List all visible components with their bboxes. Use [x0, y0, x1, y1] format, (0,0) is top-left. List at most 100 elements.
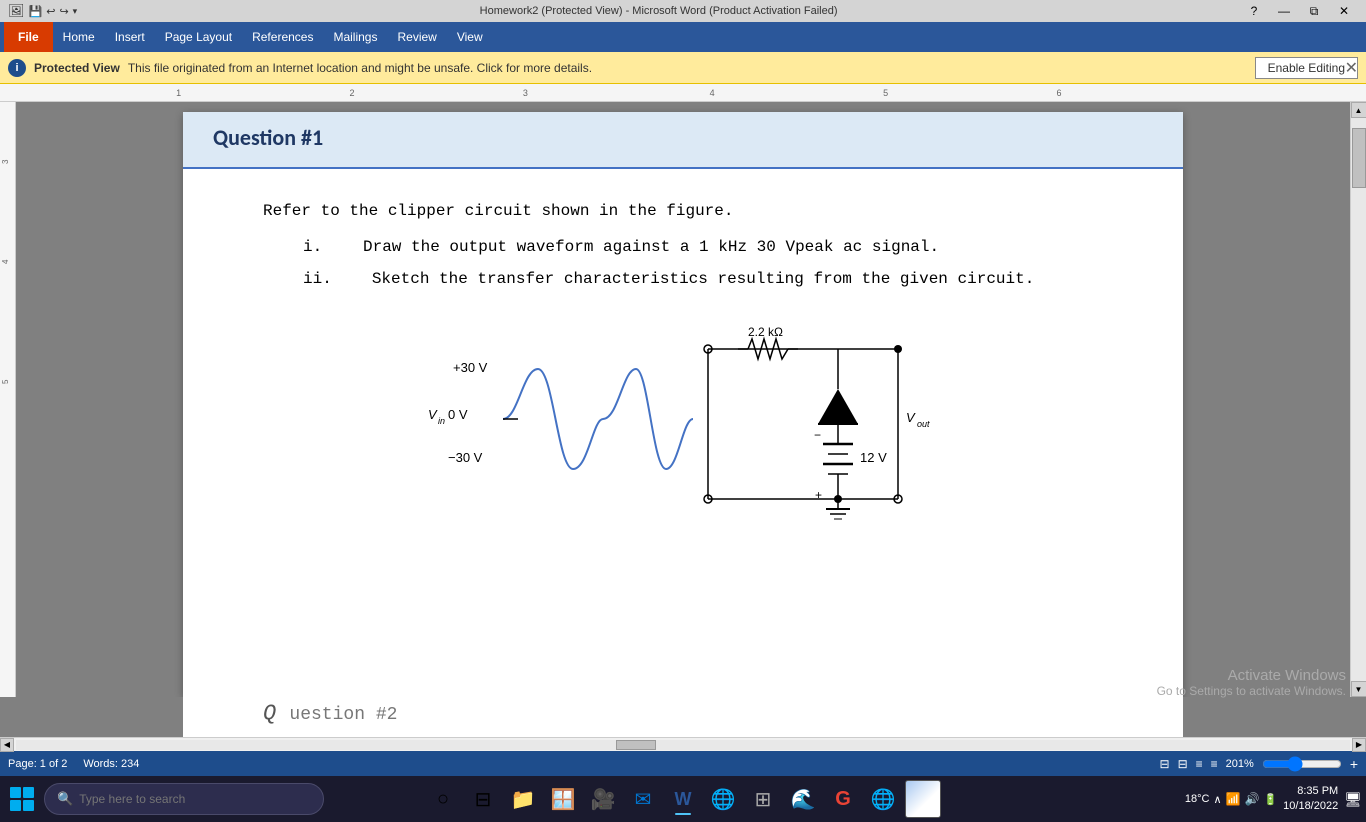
scroll-down-button[interactable]: ▼ — [1351, 681, 1366, 697]
taskbar-left: 🔍 — [4, 781, 324, 817]
scroll-left-button[interactable]: ◀ — [0, 738, 14, 752]
menu-references[interactable]: References — [242, 22, 323, 52]
taskbar-google[interactable]: G — [825, 781, 861, 817]
info-icon: i — [8, 59, 26, 77]
notification-button[interactable]: 🖥 — [1344, 791, 1362, 808]
ribbon: File Home Insert Page Layout References … — [0, 22, 1366, 52]
network-icon[interactable]: 📶 — [1226, 792, 1241, 806]
menu-review[interactable]: Review — [387, 22, 446, 52]
menu-view[interactable]: View — [447, 22, 493, 52]
vertical-scrollbar[interactable]: ▲ ▼ — [1350, 102, 1366, 697]
svg-text:4: 4 — [710, 88, 715, 98]
taskbar-calculator[interactable]: ⊞ — [745, 781, 781, 817]
vin-label: V — [428, 407, 438, 422]
svg-text:6: 6 — [1057, 88, 1062, 98]
power-icon[interactable]: 🔋 — [1263, 793, 1277, 806]
status-bar: Page: 1 of 2 Words: 234 ⊟ ⊟ ≡ ≡ 201% + — [0, 751, 1366, 776]
battery-plus: + — [815, 488, 822, 502]
menu-mailings[interactable]: Mailings — [323, 22, 387, 52]
undo-icon[interactable]: ↩ — [46, 5, 55, 18]
vin-plus-label: +30 V — [453, 360, 488, 375]
svg-text:3: 3 — [523, 88, 528, 98]
vin-sublabel: in — [438, 416, 445, 426]
list-item-2: ii. Sketch the transfer characteristics … — [303, 265, 1103, 294]
close-button[interactable]: ✕ — [1330, 2, 1358, 20]
scroll-right-button[interactable]: ▶ — [1352, 738, 1366, 752]
vertical-ruler-svg: 3 4 5 — [0, 102, 16, 697]
view-icon-print[interactable]: ⊟ — [1160, 757, 1170, 771]
chevron-icon[interactable]: ∧ — [1213, 793, 1221, 806]
view-icon-web[interactable]: ⊟ — [1178, 757, 1188, 771]
taskbar-browser2[interactable]: 🌐 — [865, 781, 901, 817]
scroll-thumb[interactable] — [1352, 128, 1366, 188]
battery-label: 12 V — [860, 450, 887, 465]
taskbar-word[interactable]: W — [665, 781, 701, 817]
vout-label: V — [906, 410, 916, 425]
taskbar-chrome[interactable]: 🌐 — [705, 781, 741, 817]
diode-triangle — [818, 389, 858, 424]
zoom-slider[interactable] — [1262, 756, 1342, 772]
protected-view-message: This file originated from an Internet lo… — [128, 61, 1247, 75]
input-waveform — [503, 369, 693, 469]
bottom-junction-dot — [834, 495, 842, 503]
taskbar-task-view[interactable]: ⊟ — [465, 781, 501, 817]
horizontal-ruler: 1 2 3 4 5 6 — [0, 84, 1366, 102]
taskbar-thumbnail[interactable] — [905, 781, 941, 817]
main-content-area: 3 4 5 Question #1 Refer to the clipper c… — [0, 102, 1366, 697]
document-list: i. Draw the output waveform against a 1 … — [303, 233, 1103, 295]
svg-text:3: 3 — [1, 159, 10, 164]
menu-home[interactable]: Home — [53, 22, 105, 52]
h-scroll-track[interactable] — [16, 740, 1350, 750]
partial-question-label: Q — [263, 701, 276, 726]
bottom-partial-content: Q uestion #2 — [183, 697, 1183, 737]
resistor-label: 2.2 kΩ — [748, 325, 783, 339]
start-button[interactable] — [4, 781, 40, 817]
vertical-ruler: 3 4 5 — [0, 102, 16, 697]
taskbar-file-explorer[interactable]: 📁 — [505, 781, 541, 817]
protected-view-close[interactable]: ✕ — [1345, 58, 1358, 78]
zoom-in-button[interactable]: + — [1350, 756, 1358, 772]
bottom-partial-document: Q uestion #2 — [0, 697, 1366, 737]
file-menu[interactable]: File — [4, 22, 53, 52]
volume-icon[interactable]: 🔊 — [1245, 792, 1260, 806]
svg-text:4: 4 — [1, 259, 10, 264]
word-icon: 🖼 — [8, 3, 25, 19]
vin-minus-label: −30 V — [448, 450, 483, 465]
list-text-1: Draw the output waveform against a 1 kHz… — [363, 233, 939, 262]
taskbar-mail[interactable]: ✉ — [625, 781, 661, 817]
taskbar-edge[interactable]: 🌊 — [785, 781, 821, 817]
search-input[interactable] — [79, 792, 299, 806]
minimize-button[interactable]: — — [1270, 2, 1298, 20]
search-bar[interactable]: 🔍 — [44, 783, 324, 815]
horizontal-scrollbar[interactable]: ◀ ▶ — [0, 737, 1366, 751]
menu-insert[interactable]: Insert — [105, 22, 155, 52]
taskbar-cortana[interactable]: ○ — [425, 781, 461, 817]
circuit-svg: +30 V 0 V −30 V V in — [418, 314, 948, 544]
restore-button[interactable]: ⧉ — [1300, 2, 1328, 20]
question-header: Question #1 — [183, 112, 1183, 169]
svg-text:2: 2 — [350, 88, 355, 98]
enable-editing-button[interactable]: Enable Editing — [1255, 57, 1358, 79]
taskbar-camera[interactable]: 🎥 — [585, 781, 621, 817]
help-button[interactable]: ? — [1240, 2, 1268, 20]
circuit-diagram-area: +30 V 0 V −30 V V in — [263, 314, 1103, 544]
system-clock[interactable]: 8:35 PM 10/18/2022 — [1283, 784, 1338, 815]
scroll-track[interactable] — [1351, 118, 1366, 681]
menu-bar: File Home Insert Page Layout References … — [0, 22, 1366, 52]
scroll-up-button[interactable]: ▲ — [1351, 102, 1366, 118]
taskbar-store[interactable]: 🪟 — [545, 781, 581, 817]
taskbar: 🔍 ○ ⊟ 📁 🪟 🎥 ✉ W 🌐 ⊞ 🌊 G 🌐 18°C ∧ 📶 🔊 🔋 8… — [0, 776, 1366, 822]
save-icon[interactable]: 💾 — [29, 5, 43, 18]
h-scroll-thumb[interactable] — [616, 740, 656, 750]
view-icon-read[interactable]: ≡ — [1196, 757, 1203, 771]
window-title: Homework2 (Protected View) - Microsoft W… — [77, 5, 1240, 17]
svg-text:5: 5 — [883, 88, 888, 98]
menu-page-layout[interactable]: Page Layout — [155, 22, 242, 52]
temp-label: 18°C — [1185, 793, 1210, 805]
taskbar-system-tray: 18°C ∧ 📶 🔊 🔋 8:35 PM 10/18/2022 🖥 — [1185, 784, 1362, 815]
ruler-svg: 1 2 3 4 5 6 — [16, 84, 1350, 101]
system-icons: 18°C ∧ 📶 🔊 🔋 — [1185, 792, 1277, 806]
redo-icon[interactable]: ↪ — [59, 5, 68, 18]
view-icon-outline[interactable]: ≡ — [1211, 757, 1218, 771]
body-paragraph: Refer to the clipper circuit shown in th… — [263, 199, 1103, 225]
